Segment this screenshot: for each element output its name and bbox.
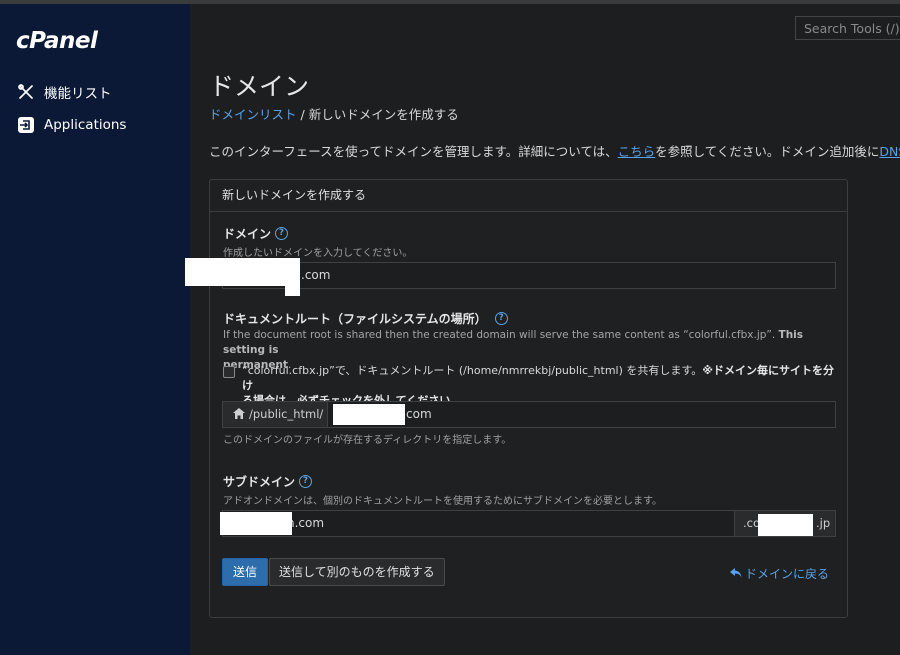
- document-root-value: com: [406, 407, 432, 421]
- info-text: If the document root is shared then the …: [223, 329, 776, 341]
- domain-input-value: .com: [301, 268, 331, 282]
- back-arrow-icon: [730, 567, 742, 581]
- submit-and-create-another-button[interactable]: 送信して別のものを作成する: [269, 558, 445, 586]
- redaction-mask: [285, 286, 300, 296]
- domain-input[interactable]: .com: [222, 262, 836, 289]
- create-domain-panel: 新しいドメインを作成する ドメイン ? 作成したいドメインを入力してください。 …: [209, 179, 848, 618]
- description-text: このインターフェースを使ってドメインを管理します。詳細については、: [209, 144, 618, 159]
- breadcrumb-current: 新しいドメインを作成する: [308, 107, 459, 122]
- breadcrumb-domain-list-link[interactable]: ドメインリスト: [209, 107, 297, 122]
- document-root-label-text: ドキュメントルート（ファイルシステムの場所）: [223, 312, 487, 326]
- document-root-hint: このドメインのファイルが存在するディレクトリを指定します。: [223, 435, 512, 446]
- subdomain-label-text: サブドメイン: [223, 475, 296, 489]
- back-label: ドメインに戻る: [745, 567, 830, 581]
- document-root-label: ドキュメントルート（ファイルシステムの場所） ?: [223, 310, 508, 327]
- domain-label-text: ドメイン: [223, 227, 272, 241]
- page-title: ドメイン: [209, 72, 310, 101]
- docs-link[interactable]: こちら: [618, 144, 656, 159]
- cpanel-logo[interactable]: cPanel: [16, 28, 98, 54]
- breadcrumb-separator: /: [300, 107, 305, 122]
- sidebar-item-label: Applications: [44, 117, 127, 133]
- breadcrumb: ドメインリスト / 新しいドメインを作成する: [209, 104, 459, 123]
- document-root-prefix: /public_html/: [222, 401, 328, 428]
- suffix-end: .jp: [816, 516, 831, 530]
- redaction-mask: [220, 512, 292, 535]
- page-description: このインターフェースを使ってドメインを管理します。詳細については、こちらを参照し…: [209, 141, 900, 160]
- domain-label: ドメイン ?: [223, 225, 289, 242]
- subdomain-label: サブドメイン ?: [223, 473, 313, 490]
- description-text: を参照してください。ドメイン追加後に: [655, 144, 880, 159]
- domain-hint: 作成したいドメインを入力してください。: [223, 248, 413, 259]
- subdomain-hint: アドオンドメインは、個別のドキュメントルートを使用するためにサブドメインを必要と…: [223, 496, 662, 507]
- redaction-mask: [758, 514, 813, 536]
- sidebar-item-feature-list[interactable]: 機能リスト: [16, 82, 112, 102]
- sidebar-item-label: 機能リスト: [44, 86, 112, 102]
- submit-button[interactable]: 送信: [222, 558, 269, 586]
- tools-icon: [16, 82, 36, 102]
- subdomain-value: n.com: [287, 516, 325, 530]
- redaction-mask: [185, 258, 300, 286]
- share-docroot-checkbox[interactable]: [223, 366, 235, 378]
- dns-manager-link[interactable]: DNS Manager: [879, 144, 900, 159]
- checkbox-text: “colorful.cfbx.jp”で、ドキュメントルート (/home/nmr…: [242, 364, 703, 377]
- home-icon: [233, 403, 245, 428]
- prefix-text: /public_html/: [249, 407, 324, 421]
- sidebar: cPanel 機能リスト Applications: [0, 4, 190, 655]
- panel-title: 新しいドメインを作成する: [210, 180, 847, 212]
- back-to-domains-link[interactable]: ドメインに戻る: [730, 565, 829, 582]
- redaction-mask: [333, 404, 405, 425]
- applications-icon: [16, 115, 36, 135]
- help-icon[interactable]: ?: [494, 312, 508, 325]
- help-icon[interactable]: ?: [299, 475, 313, 488]
- subdomain-input[interactable]: n.com: [222, 510, 735, 537]
- sidebar-item-applications[interactable]: Applications: [16, 115, 126, 135]
- help-icon[interactable]: ?: [275, 227, 289, 240]
